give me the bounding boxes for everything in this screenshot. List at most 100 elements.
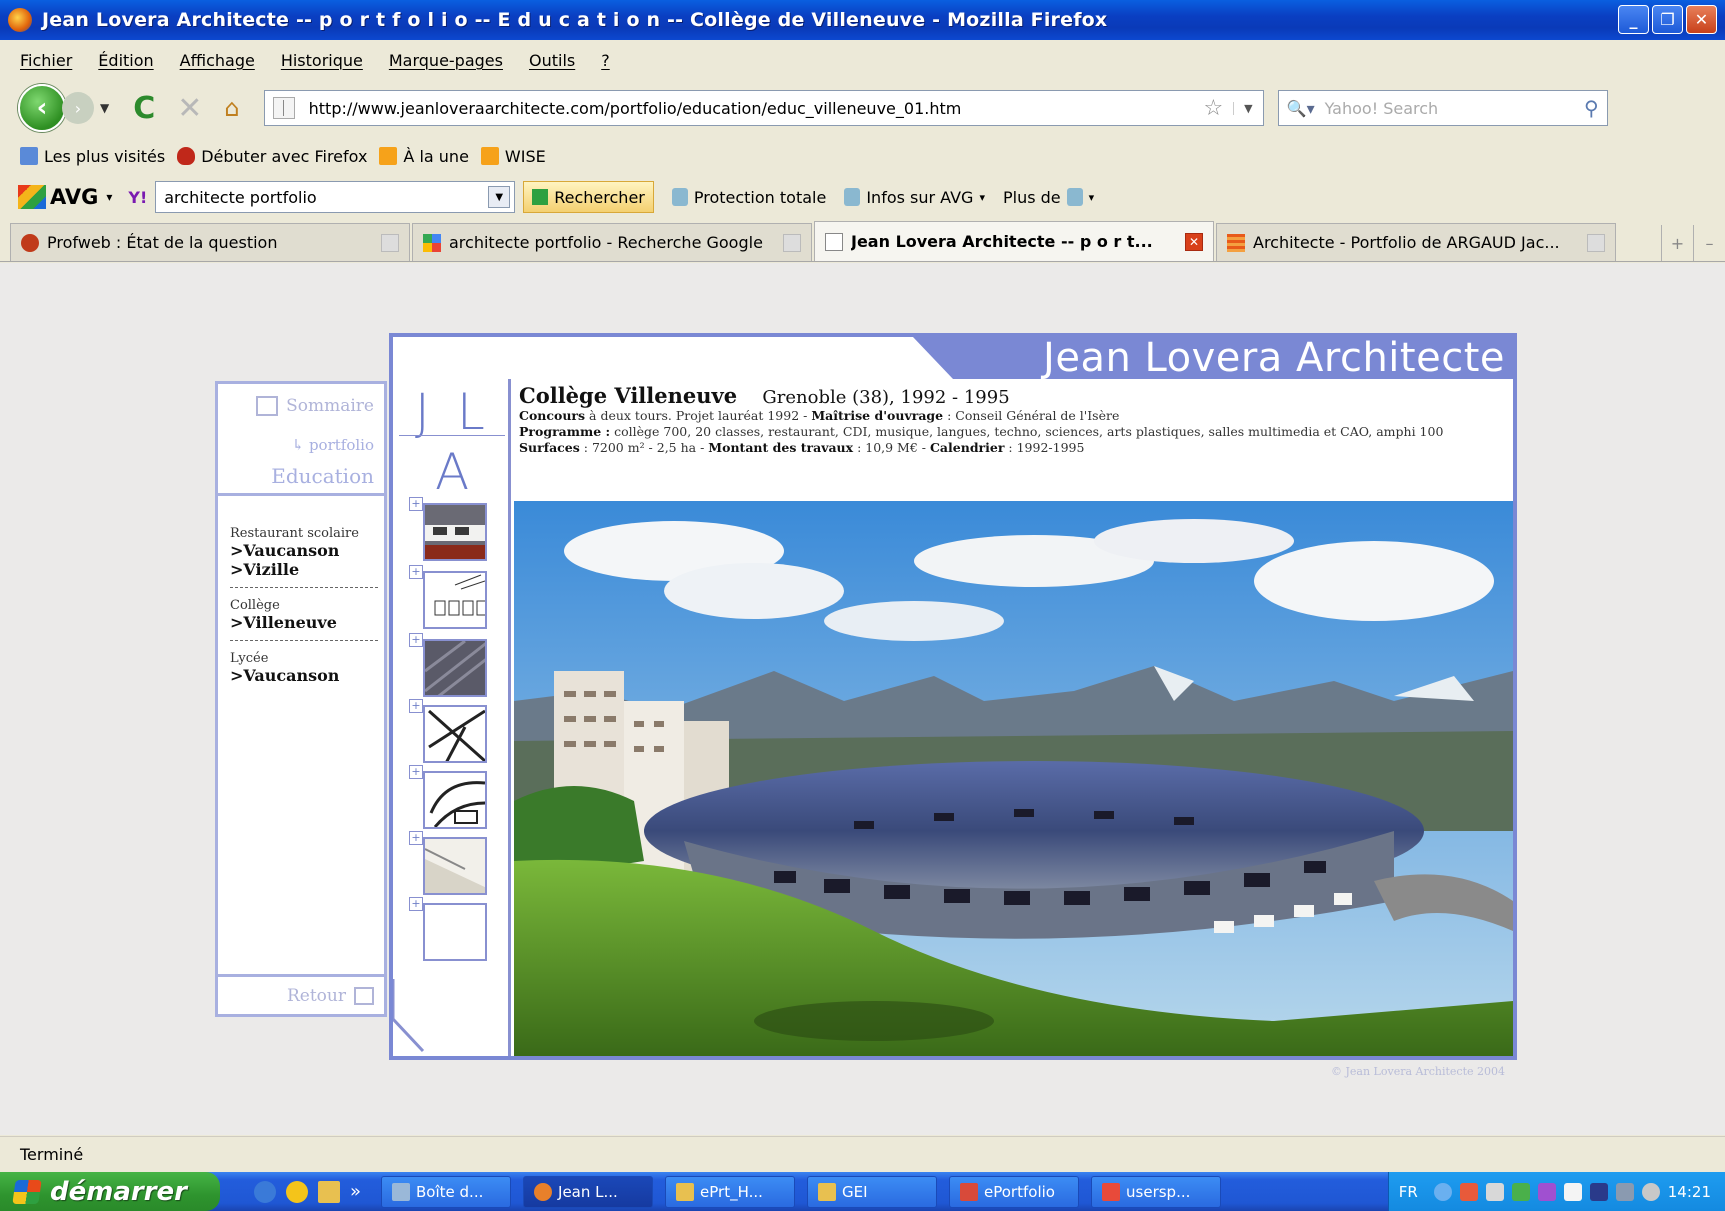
expand-icon[interactable]: + [409, 565, 423, 579]
display-icon[interactable] [1589, 1182, 1608, 1201]
search-engine-icon[interactable]: 🔍▾ [1287, 99, 1315, 118]
expand-icon[interactable]: + [409, 497, 423, 511]
menu-fichier[interactable]: Fichier [20, 51, 72, 70]
thumb-image[interactable] [423, 705, 487, 763]
network-icon[interactable] [1433, 1182, 1452, 1201]
bookmark-plus-visites[interactable]: Les plus visités [20, 147, 165, 166]
minimize-button[interactable]: _ [1618, 5, 1649, 34]
bookmark-debuter[interactable]: Débuter avec Firefox [177, 147, 367, 166]
clock-time[interactable]: 14:21 [1668, 1183, 1711, 1201]
nav-link-vizille[interactable]: >Vizille [230, 560, 378, 579]
ie-icon[interactable] [254, 1180, 276, 1203]
chevron-right-icon[interactable]: » [350, 1181, 361, 1203]
forward-button[interactable]: › [62, 92, 94, 124]
task-label: usersp... [1126, 1182, 1191, 1201]
menu-help[interactable]: ? [601, 51, 610, 70]
task-gei[interactable]: GEI [807, 1175, 938, 1208]
tab-close-icon[interactable] [381, 233, 399, 252]
url-text[interactable]: http://www.jeanloveraarchitecte.com/port… [309, 99, 1204, 118]
menu-affichage[interactable]: Affichage [180, 51, 255, 70]
folder-icon[interactable] [318, 1180, 340, 1203]
thumb-image[interactable] [423, 571, 487, 629]
avg-protection-totale[interactable]: Protection totale [671, 188, 826, 207]
avg-search-dropdown-icon[interactable]: ▼ [488, 186, 511, 208]
task-usersp[interactable]: usersp... [1091, 1175, 1222, 1208]
nav-link-vaucanson[interactable]: >Vaucanson [230, 541, 378, 560]
menu-marque-pages[interactable]: Marque-pages [389, 51, 503, 70]
avg-search-value[interactable]: architecte portfolio [164, 188, 488, 207]
bookmark-a-la-une[interactable]: À la une [379, 147, 469, 166]
menu-outils[interactable]: Outils [529, 51, 575, 70]
back-button[interactable]: ‹ [18, 84, 66, 132]
rechercher-label: Rechercher [554, 187, 645, 207]
avg-dropdown-icon[interactable]: ▾ [106, 190, 112, 204]
task-eportfolio[interactable]: ePortfolio [949, 1175, 1080, 1208]
tab-close-icon[interactable] [783, 233, 801, 252]
update-icon[interactable] [1511, 1182, 1530, 1201]
thumb-structure-icon [425, 707, 485, 761]
avg-plus-de[interactable]: Plus de ▾ [1003, 188, 1094, 207]
thumb-image[interactable] [423, 837, 487, 895]
start-button[interactable]: démarrer [0, 1172, 220, 1211]
banner-title: Jean Lovera Architecte [1043, 335, 1505, 381]
bookmark-wise[interactable]: WISE [480, 147, 546, 166]
tab-google[interactable]: architecte portfolio - Recherche Google [412, 223, 812, 261]
browser-icon[interactable] [286, 1180, 308, 1203]
language-indicator[interactable]: FR [1399, 1183, 1418, 1201]
maximize-button[interactable]: ❐ [1652, 5, 1683, 34]
volume-icon[interactable] [1485, 1182, 1504, 1201]
portfolio-link[interactable]: ↳ portfolio [292, 436, 374, 454]
tab-profweb[interactable]: Profweb : État de la question [10, 223, 410, 261]
expand-icon[interactable]: + [409, 831, 423, 845]
site-icon [1227, 233, 1245, 252]
retour-link[interactable]: Retour [218, 974, 384, 1014]
search-box[interactable]: 🔍▾ Yahoo! Search ⚲ [1277, 90, 1608, 126]
tab-lovera[interactable]: Jean Lovera Architecte -- p o r t... ✕ [814, 221, 1214, 261]
antivirus-icon[interactable] [1537, 1182, 1556, 1201]
tab-argaud[interactable]: Architecte - Portfolio de ARGAUD Jac... [1216, 223, 1616, 261]
avg-search-input[interactable]: architecte portfolio ▼ [155, 181, 516, 213]
nav-link-lycee-vaucanson[interactable]: >Vaucanson [230, 666, 378, 685]
task-boite[interactable]: Boîte d... [381, 1175, 512, 1208]
menu-edition[interactable]: Édition [98, 51, 153, 70]
shield-icon [671, 188, 688, 206]
expand-icon[interactable]: + [409, 897, 423, 911]
tab-list-icon[interactable]: – [1693, 225, 1725, 261]
menu-historique[interactable]: Historique [281, 51, 363, 70]
messenger-icon[interactable] [1563, 1182, 1582, 1201]
avg-logo[interactable]: AVG ▾ [18, 185, 112, 209]
search-go-icon[interactable]: ⚲ [1584, 96, 1599, 120]
bookmark-star-icon[interactable]: ☆ [1203, 96, 1223, 121]
reload-icon[interactable]: C [133, 91, 155, 126]
expand-icon[interactable]: + [409, 765, 423, 779]
bookmark-label: Débuter avec Firefox [201, 146, 368, 166]
expand-icon[interactable]: + [409, 699, 423, 713]
thumb-image[interactable] [423, 639, 487, 697]
stop-icon[interactable]: ✕ [177, 91, 202, 126]
tab-close-icon[interactable] [1587, 233, 1605, 252]
security-icon[interactable] [1459, 1182, 1478, 1201]
surfaces-text: : 7200 m² - 2,5 ha - [579, 440, 709, 455]
task-eprt[interactable]: ePrt_H... [665, 1175, 796, 1208]
avg-item-label: Plus de [1002, 187, 1061, 207]
task-jean[interactable]: Jean L... [523, 1175, 654, 1208]
thumb-image[interactable] [423, 771, 487, 829]
home-icon[interactable]: ⌂ [224, 94, 239, 122]
expand-icon[interactable]: + [409, 633, 423, 647]
nav-link-villeneuve[interactable]: >Villeneuve [230, 613, 378, 632]
window-titlebar[interactable]: Jean Lovera Architecte -- p o r t f o l … [0, 0, 1725, 40]
close-window-button[interactable]: ✕ [1686, 5, 1717, 34]
url-bar[interactable]: http://www.jeanloveraarchitecte.com/port… [263, 90, 1264, 126]
new-tab-icon[interactable]: + [1661, 225, 1693, 261]
rechercher-button[interactable]: Rechercher [523, 181, 654, 213]
url-dropdown-icon[interactable]: ▼ [1233, 101, 1262, 115]
sommaire-link[interactable]: Sommaire [256, 396, 374, 416]
history-dropdown-icon[interactable]: ▼ [100, 101, 109, 115]
tab-close-icon[interactable]: ✕ [1185, 232, 1203, 251]
avg-infos[interactable]: Infos sur AVG ▾ [844, 188, 985, 207]
monitor-icon[interactable] [1615, 1182, 1634, 1201]
thumb-image[interactable] [423, 503, 487, 561]
thumb-image[interactable] [423, 903, 487, 961]
yahoo-icon[interactable]: Y! [128, 188, 147, 207]
thumb-building-icon [425, 505, 485, 559]
